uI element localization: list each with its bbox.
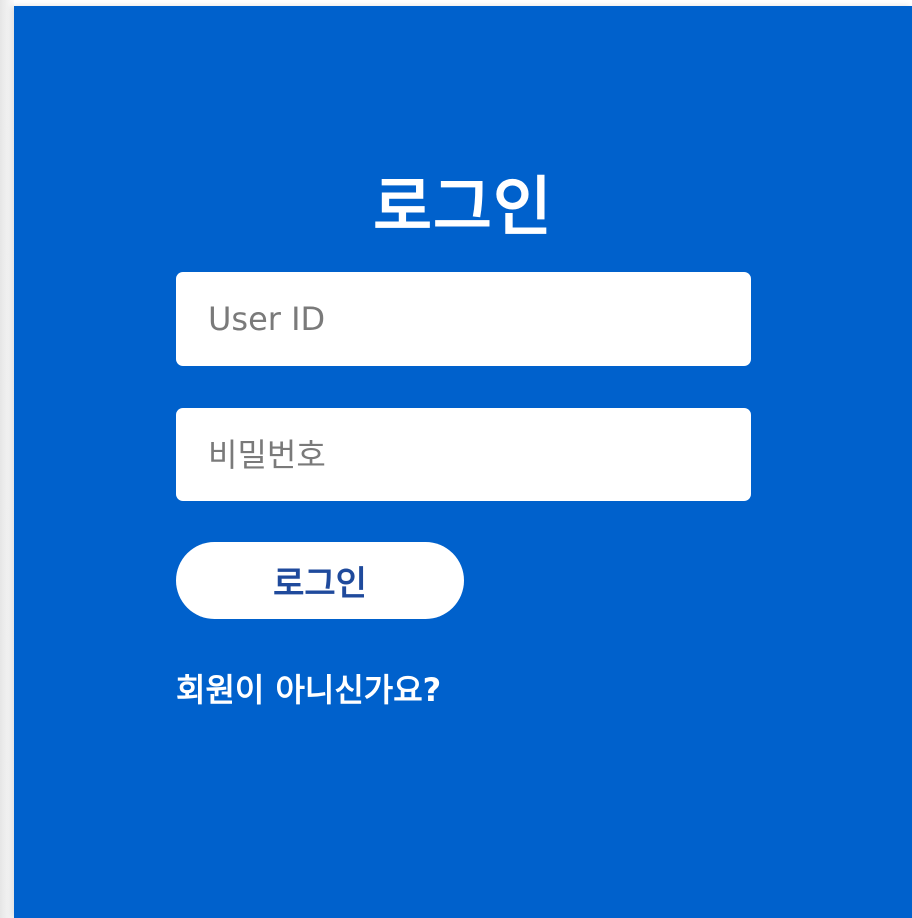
page-edge — [0, 0, 14, 918]
login-button[interactable]: 로그인 — [176, 542, 464, 619]
login-panel: 로그인 로그인 회원이 아니신가요? — [14, 6, 912, 918]
login-title: 로그인 — [373, 171, 553, 245]
password-input[interactable] — [176, 408, 751, 501]
signup-link[interactable]: 회원이 아니신가요? — [176, 668, 441, 712]
user-id-input[interactable] — [176, 272, 751, 366]
